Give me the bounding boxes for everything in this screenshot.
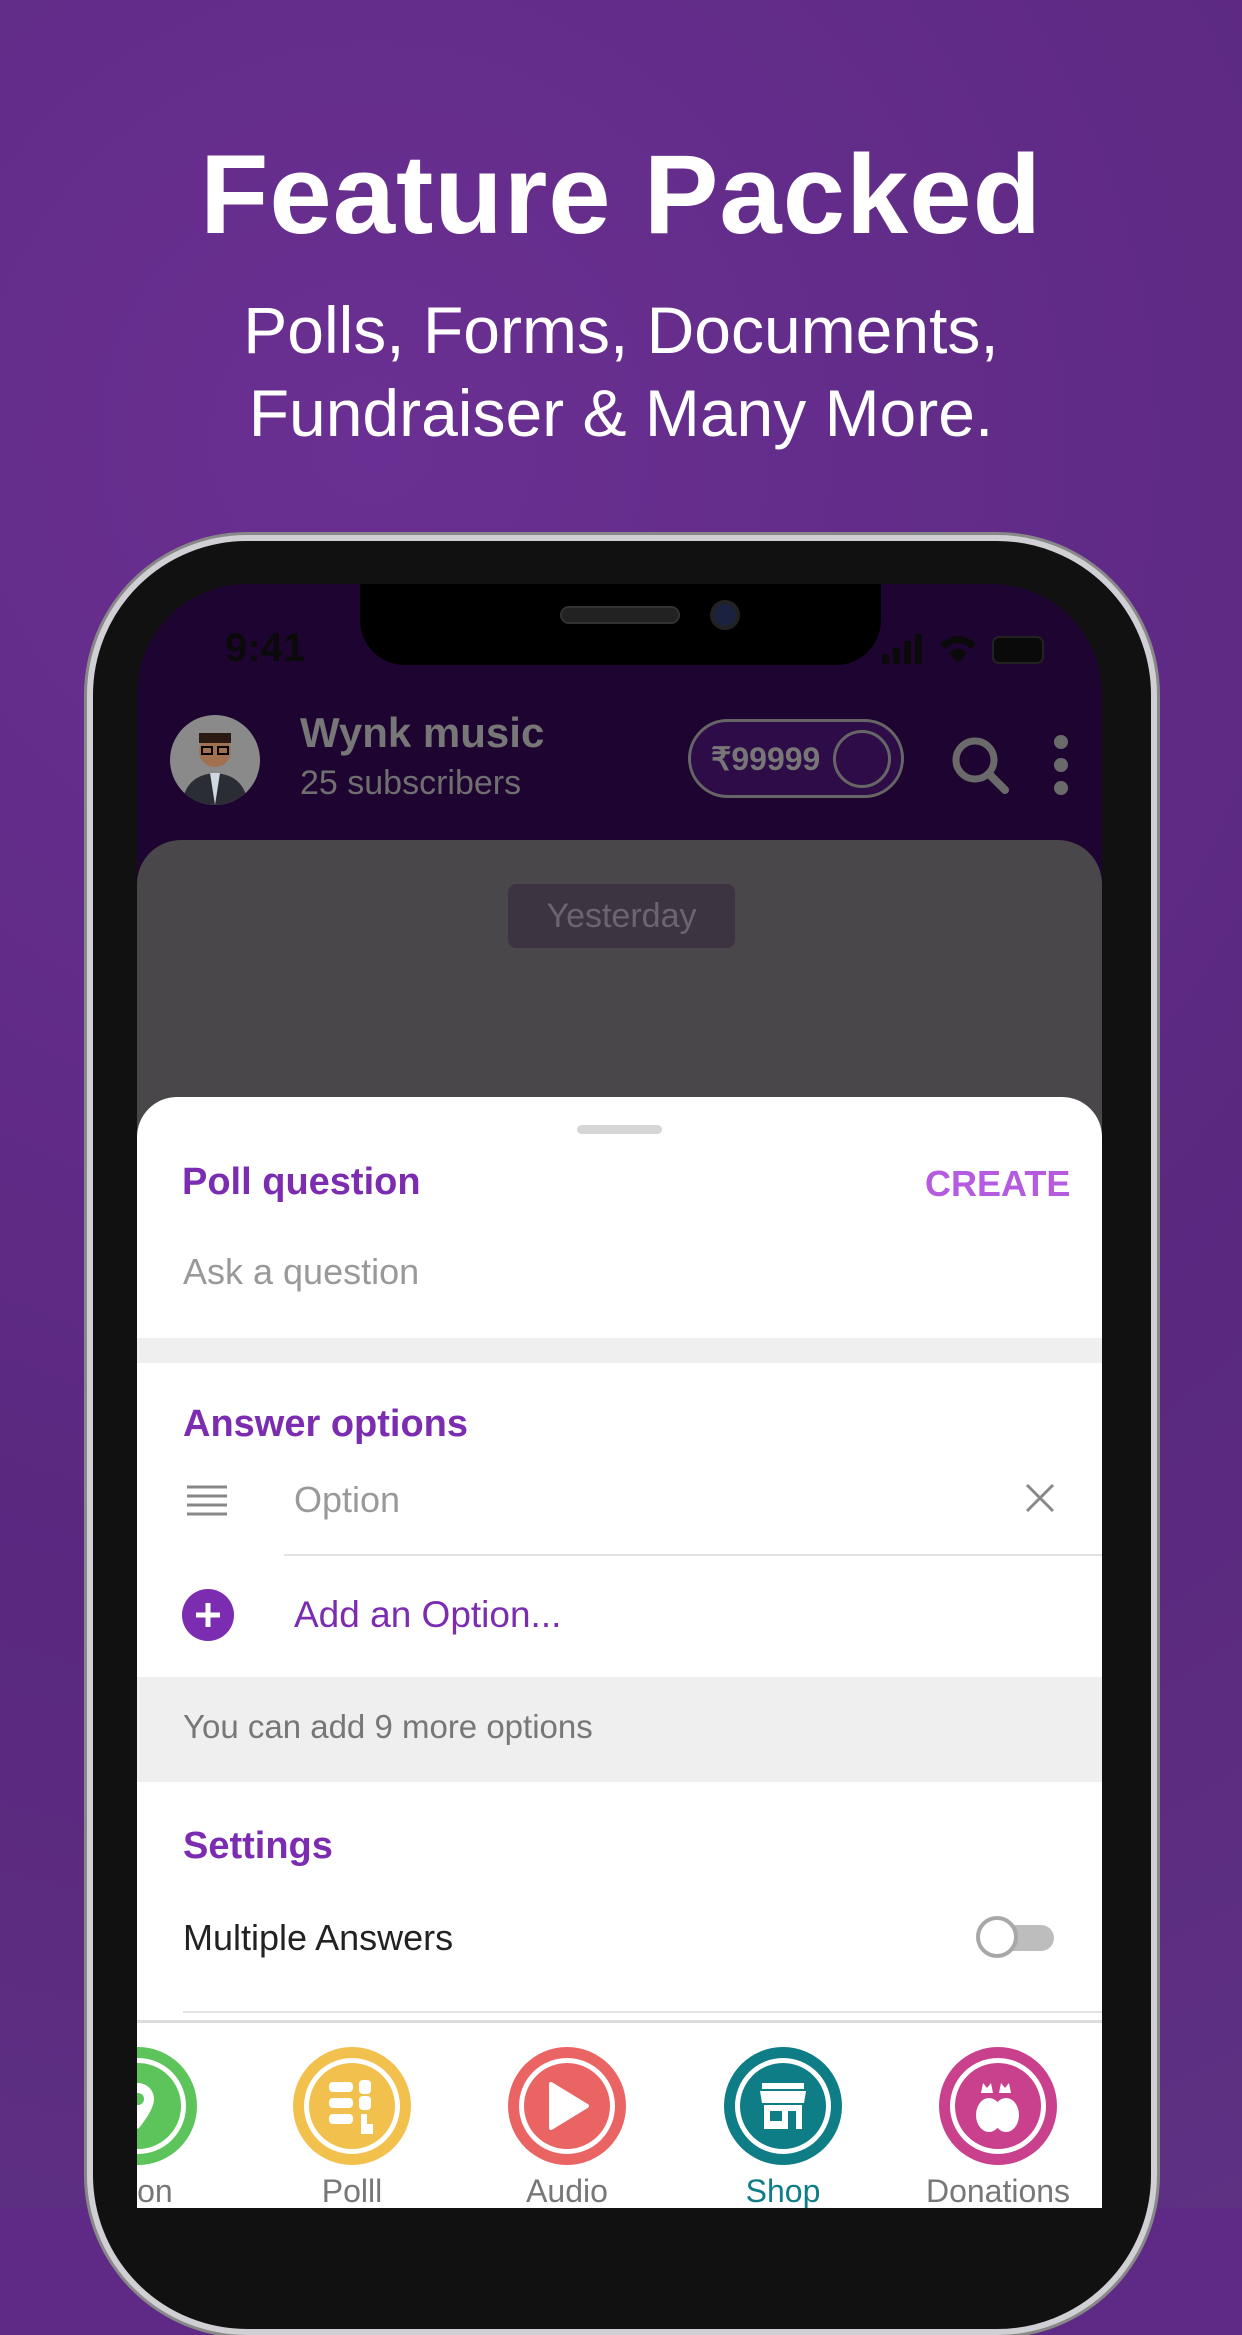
attach-audio[interactable] — [508, 2047, 626, 2165]
attach-location[interactable] — [137, 2047, 197, 2165]
status-icons — [882, 634, 1048, 664]
search-icon[interactable] — [949, 734, 1011, 796]
person-avatar-icon — [182, 733, 248, 805]
wifi-icon — [940, 636, 976, 663]
drag-handle-icon[interactable] — [187, 1483, 227, 1517]
add-option-button[interactable]: Add an Option... — [294, 1594, 561, 1636]
poll-question-label: Poll question — [182, 1161, 421, 1203]
attachment-bar: ation Polll Audio Shop Donations — [137, 2020, 1102, 2208]
promo-subtitle-1: Polls, Forms, Documents, — [243, 293, 999, 367]
question-input[interactable]: Ask a question — [183, 1251, 1033, 1293]
signal-icon — [882, 634, 922, 664]
attach-label: Polll — [321, 2173, 383, 2208]
channel-name[interactable]: Wynk music — [300, 709, 544, 757]
balance-pill[interactable]: ₹99999 — [688, 719, 904, 798]
multiple-answers-label: Multiple Answers — [183, 1917, 454, 1958]
settings-label: Settings — [183, 1825, 333, 1867]
create-button[interactable]: CREATE — [925, 1163, 1070, 1205]
shop-icon — [760, 2083, 806, 2129]
attach-poll[interactable] — [293, 2047, 411, 2165]
attach-label: Donations — [925, 2173, 1071, 2208]
promo-subtitle-2: Fundraiser & Many More. — [248, 376, 994, 450]
attach-shop[interactable] — [724, 2047, 842, 2165]
attach-label: ation — [137, 2173, 173, 2208]
subscriber-count: 25 subscribers — [300, 764, 522, 802]
notch — [360, 584, 881, 665]
poll-icon — [329, 2080, 373, 2134]
promo-title: Feature Packed — [200, 132, 1042, 257]
attach-label: Audio — [526, 2173, 608, 2208]
phone-screen: 9:41 Wynk music 25 subscribers ₹99999 Ye… — [137, 584, 1102, 2208]
section-separator — [137, 1338, 1102, 1363]
option-divider — [284, 1554, 1102, 1556]
camera — [710, 600, 740, 630]
remaining-options-hint: You can add 9 more options — [183, 1708, 593, 1745]
answer-options-label: Answer options — [183, 1403, 469, 1445]
sheet-handle[interactable] — [577, 1125, 662, 1134]
option-input[interactable]: Option — [294, 1479, 400, 1521]
location-icon — [137, 2083, 154, 2129]
money-bag-icon — [976, 2083, 1019, 2132]
settings-divider — [183, 2011, 1102, 2013]
more-options-icon[interactable] — [1050, 732, 1072, 798]
speaker — [560, 606, 680, 624]
status-time: 9:41 — [225, 626, 306, 670]
balance-amount: ₹99999 — [711, 740, 821, 777]
battery-icon — [992, 636, 1044, 664]
multiple-answers-toggle[interactable] — [976, 1916, 1056, 1958]
attach-donations[interactable] — [939, 2047, 1057, 2165]
channel-avatar[interactable] — [170, 715, 260, 805]
attach-label: Shop — [745, 2173, 821, 2208]
withdraw-icon — [833, 730, 891, 788]
toggle-thumb — [976, 1916, 1018, 1958]
close-icon[interactable] — [1025, 1483, 1055, 1513]
date-chip: Yesterday — [508, 884, 735, 948]
play-icon — [549, 2082, 589, 2130]
add-circle-icon[interactable] — [182, 1589, 234, 1641]
